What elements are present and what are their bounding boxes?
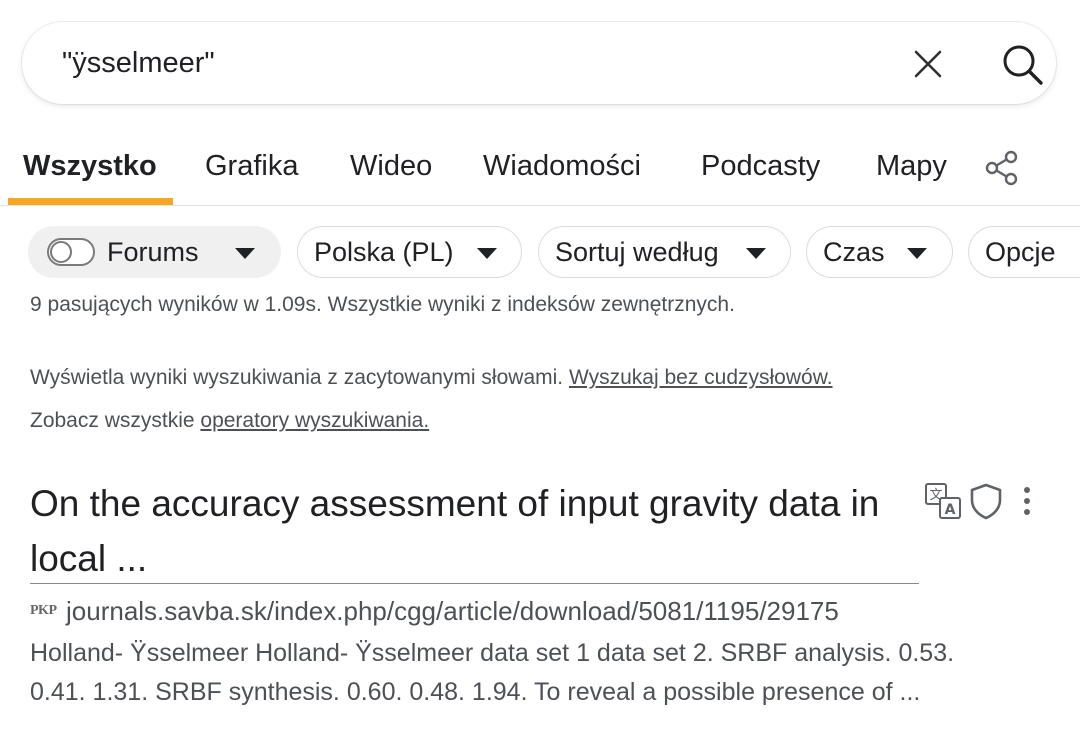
chevron-down-icon bbox=[746, 248, 766, 259]
shield-icon[interactable] bbox=[968, 482, 1004, 520]
more-options-icon[interactable] bbox=[1014, 484, 1040, 518]
operators-notice-text: Zobacz wszystkie bbox=[30, 409, 195, 432]
search-operators-link[interactable]: operatory wyszukiwania. bbox=[200, 409, 429, 432]
site-favicon: PKP bbox=[30, 603, 57, 618]
results-stats: 9 pasujących wyników w 1.09s. Wszystkie … bbox=[30, 293, 735, 316]
quoted-notice: Wyświetla wyniki wyszukiwania z zacytowa… bbox=[30, 366, 833, 390]
operators-notice: Zobacz wszystkie operatory wyszukiwania. bbox=[30, 409, 429, 433]
tab-all[interactable]: Wszystko bbox=[23, 150, 157, 183]
search-tabs: Wszystko Grafika Wideo Wiadomości Podcas… bbox=[0, 132, 1080, 206]
title-underline bbox=[30, 583, 919, 584]
search-input[interactable] bbox=[62, 42, 862, 84]
time-filter-chip[interactable]: Czas bbox=[806, 226, 953, 278]
sort-label: Sortuj według bbox=[555, 237, 719, 267]
tab-videos[interactable]: Wideo bbox=[350, 150, 432, 183]
result-snippet-line: Holland- Ÿsselmeer Holland- Ÿsselmeer da… bbox=[30, 639, 955, 667]
chevron-down-icon bbox=[907, 248, 927, 259]
toggle-knob bbox=[50, 241, 72, 263]
result-snippet-line: 0.41. 1.31. SRBF synthesis. 0.60. 0.48. … bbox=[30, 678, 921, 706]
active-tab-indicator bbox=[8, 198, 173, 205]
options-filter-chip[interactable]: Opcje bbox=[968, 226, 1080, 278]
region-filter-chip[interactable]: Polska (PL) bbox=[297, 226, 522, 278]
search-bar bbox=[22, 22, 1056, 104]
result-title-link[interactable]: On the accuracy assessment of input grav… bbox=[30, 476, 920, 586]
result-url[interactable]: journals.savba.sk/index.php/cgg/article/… bbox=[66, 596, 839, 627]
search-results-page: Wszystko Grafika Wideo Wiadomości Podcas… bbox=[0, 0, 1080, 734]
chevron-down-icon bbox=[477, 248, 497, 259]
search-without-quotes-link[interactable]: Wyszukaj bez cudzysłowów. bbox=[569, 366, 833, 389]
result-title-line: On the accuracy assessment of input grav… bbox=[30, 483, 880, 524]
result-title-line: local ... bbox=[30, 538, 148, 579]
tab-maps[interactable]: Mapy bbox=[876, 150, 947, 183]
tab-podcasts[interactable]: Podcasty bbox=[701, 150, 820, 183]
tab-images[interactable]: Grafika bbox=[205, 150, 298, 183]
share-icon[interactable] bbox=[984, 150, 1020, 186]
forums-label: Forums bbox=[107, 237, 199, 267]
quoted-notice-text: Wyświetla wyniki wyszukiwania z zacytowa… bbox=[30, 366, 564, 389]
time-label: Czas bbox=[823, 237, 885, 267]
forums-filter-chip[interactable]: Forums bbox=[28, 226, 281, 278]
chevron-down-icon bbox=[235, 248, 255, 259]
region-label: Polska (PL) bbox=[314, 237, 454, 267]
sort-filter-chip[interactable]: Sortuj według bbox=[538, 226, 791, 278]
svg-text:A: A bbox=[945, 502, 956, 518]
tab-news[interactable]: Wiadomości bbox=[483, 150, 641, 183]
search-icon[interactable] bbox=[1000, 42, 1046, 88]
translate-icon[interactable]: 文 A bbox=[924, 482, 962, 520]
options-label: Opcje bbox=[985, 237, 1056, 267]
close-icon[interactable] bbox=[908, 44, 948, 84]
forums-toggle[interactable] bbox=[47, 238, 95, 266]
